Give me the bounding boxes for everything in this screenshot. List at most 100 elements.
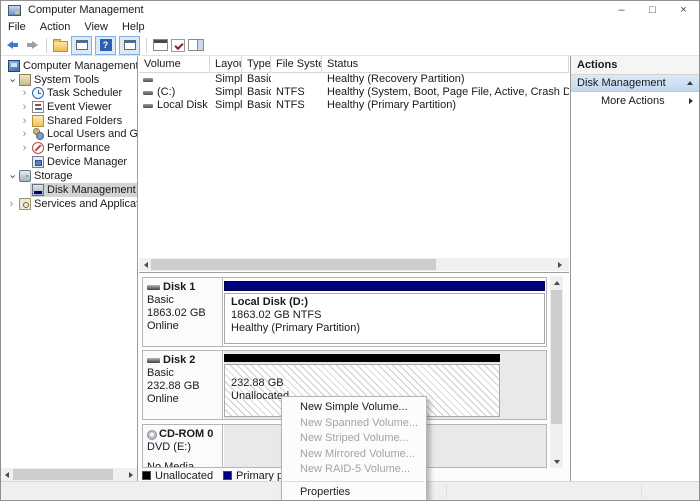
performance-icon	[32, 142, 44, 154]
popup-window-icon[interactable]	[153, 39, 168, 51]
cdrom-label-box[interactable]: CD-ROM 0 DVD (E:) No Media	[143, 425, 223, 467]
partition-body[interactable]: Local Disk (D:) 1863.02 GB NTFS Healthy …	[224, 293, 545, 344]
column-header-status[interactable]: Status	[322, 56, 569, 72]
scroll-thumb[interactable]	[13, 469, 113, 480]
disk2-label-box[interactable]: Disk 2 Basic 232.88 GB Online	[143, 351, 223, 419]
chevron-right-icon[interactable]	[19, 88, 30, 99]
sidebar-item-task-scheduler[interactable]: Task Scheduler	[1, 86, 138, 100]
table-row[interactable]: Local Disk (D:) Simple Basic NTFS Health…	[139, 99, 569, 112]
chevron-right-icon[interactable]	[19, 129, 30, 140]
menu-view[interactable]: View	[77, 20, 115, 34]
chevron-down-icon[interactable]	[6, 171, 17, 182]
disk-kind: Basic	[147, 294, 219, 307]
event-viewer-icon	[32, 101, 44, 113]
chevron-down-icon[interactable]	[6, 75, 17, 86]
column-header-type[interactable]: Type	[242, 56, 271, 72]
maximize-button[interactable]: □	[637, 1, 668, 19]
help-icon: ?	[100, 39, 112, 51]
actions-group-disk-management[interactable]: Disk Management	[571, 75, 700, 92]
disk-icon	[147, 358, 160, 363]
sidebar-item-performance[interactable]: Performance	[1, 141, 138, 155]
scroll-down-button[interactable]	[550, 455, 563, 468]
disk1-partition-area[interactable]: Local Disk (D:) 1863.02 GB NTFS Healthy …	[224, 278, 546, 346]
chevron-right-icon[interactable]	[6, 199, 17, 210]
menu-help[interactable]: Help	[115, 20, 152, 34]
scroll-right-button[interactable]	[125, 468, 137, 481]
volume-list: Volume Layout Type File System Status Si…	[139, 56, 569, 258]
cd-icon	[147, 430, 157, 440]
column-header-layout[interactable]: Layout	[210, 56, 242, 72]
chevron-right-icon[interactable]	[19, 102, 30, 113]
scroll-thumb[interactable]	[151, 259, 436, 270]
sidebar-item-label: System Tools	[34, 74, 99, 86]
sidebar-item-storage[interactable]: Storage	[1, 169, 138, 183]
sidebar-item-disk-management[interactable]: Disk Management	[1, 183, 138, 197]
show-hide-button[interactable]	[119, 36, 140, 55]
disk-kind: Basic	[147, 367, 219, 380]
partition-size: 1863.02 GB NTFS	[231, 309, 538, 322]
back-icon[interactable]	[5, 37, 21, 53]
app-icon	[8, 5, 21, 16]
menu-item-new-mirrored-volume: New Mirrored Volume...	[282, 447, 426, 463]
device-manager-icon	[32, 156, 44, 168]
sidebar-item-system-tools[interactable]: System Tools	[1, 73, 138, 87]
partition-label: Local Disk (D:)	[231, 296, 538, 309]
sidebar-item-label: Services and Applications	[34, 198, 138, 210]
checklist-icon[interactable]	[171, 39, 185, 52]
menu-item-new-spanned-volume: New Spanned Volume...	[282, 416, 426, 432]
chevron-right-icon[interactable]	[19, 116, 30, 127]
volume-layout: Simple	[210, 99, 242, 112]
console-tree-toggle-button[interactable]	[71, 36, 92, 55]
sidebar-item-services-applications[interactable]: Services and Applications	[1, 197, 138, 211]
scroll-thumb[interactable]	[551, 290, 562, 424]
sidebar-item-shared-folders[interactable]: Shared Folders	[1, 114, 138, 128]
close-button[interactable]: ×	[668, 1, 699, 19]
sidebar-item-device-manager[interactable]: Device Manager	[1, 155, 138, 169]
collapse-icon[interactable]	[687, 81, 693, 85]
computer-management-window: Computer Management – □ × File Action Vi…	[0, 0, 700, 501]
menu-action[interactable]: Action	[33, 20, 78, 34]
chevron-right-icon[interactable]	[19, 143, 30, 154]
computer-icon	[8, 60, 20, 72]
arrow-left-icon	[144, 262, 148, 268]
column-header-volume[interactable]: Volume	[139, 56, 210, 72]
unallocated-swatch	[142, 471, 151, 480]
unallocated-size: 232.88 GB	[231, 377, 499, 390]
minimize-button[interactable]: –	[606, 1, 637, 19]
menu-item-new-simple-volume[interactable]: New Simple Volume...	[282, 400, 426, 416]
menu-item-properties[interactable]: Properties	[282, 485, 426, 501]
disk1-label-box[interactable]: Disk 1 Basic 1863.02 GB Online	[143, 278, 223, 346]
status-divider	[641, 484, 642, 498]
arrow-down-icon	[554, 460, 560, 464]
scroll-left-button[interactable]	[1, 468, 13, 481]
sidebar-item-local-users-groups[interactable]: Local Users and Groups	[1, 127, 138, 141]
menu-item-new-striped-volume: New Striped Volume...	[282, 431, 426, 447]
disk-pane-vscrollbar[interactable]	[550, 276, 563, 468]
volume-status: Healthy (Primary Partition)	[322, 99, 569, 112]
actions-group-title: Disk Management	[577, 77, 666, 89]
more-actions-item[interactable]: More Actions	[571, 92, 700, 109]
scroll-right-button[interactable]	[553, 258, 566, 271]
menu-file[interactable]: File	[1, 20, 33, 34]
volume-status: Healthy (System, Boot, Page File, Active…	[322, 86, 569, 99]
table-row[interactable]: (C:) Simple Basic NTFS Healthy (System, …	[139, 86, 569, 99]
volume-list-hscrollbar[interactable]	[139, 258, 569, 271]
tree-hscrollbar[interactable]	[1, 468, 137, 481]
sidebar-item-label: Shared Folders	[47, 115, 122, 127]
volume-name: Local Disk (D:)	[157, 99, 210, 112]
column-header-file-system[interactable]: File System	[271, 56, 322, 72]
window-controls: – □ ×	[606, 1, 699, 19]
sidebar-item-computer-management[interactable]: Computer Management (Local	[1, 59, 138, 73]
sidebar-item-event-viewer[interactable]: Event Viewer	[1, 100, 138, 114]
folder-up-icon[interactable]	[53, 41, 68, 52]
table-row[interactable]: Simple Basic Healthy (Recovery Partition…	[139, 73, 569, 86]
console-tree-panel: Computer Management (Local System Tools …	[1, 56, 138, 481]
volume-type: Basic	[242, 73, 271, 86]
sidebar-item-label: Event Viewer	[47, 101, 112, 113]
disk-name: Disk 1	[163, 281, 195, 294]
help-button[interactable]: ?	[95, 36, 116, 55]
action-pane-icon[interactable]	[188, 39, 204, 51]
forward-icon[interactable]	[24, 37, 40, 53]
drive-letter: DVD (E:)	[147, 441, 219, 454]
scroll-up-button[interactable]	[550, 276, 563, 289]
